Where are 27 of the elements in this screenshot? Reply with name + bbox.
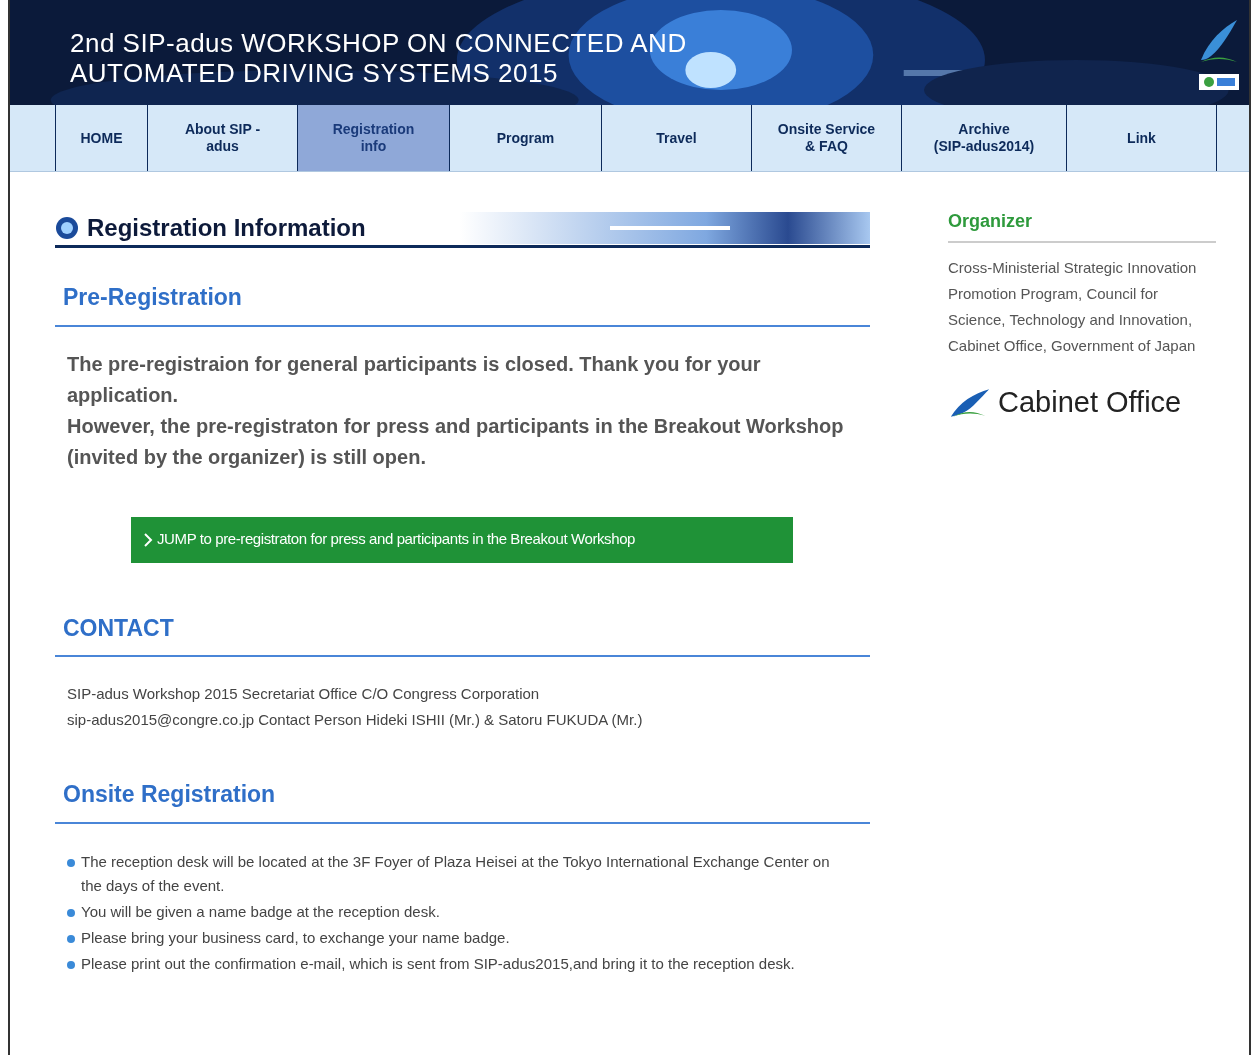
section-heading: CONTACT [63, 613, 174, 643]
notice-paragraph: The pre-registraion for general participants is closed. Thank you for your application. [67, 351, 762, 408]
section-heading: Onsite Registration [63, 780, 276, 809]
sidebar-heading: Organizer [948, 208, 1216, 243]
organizer-text: Cross-Ministerial Strategic Innovation Promotion Program, Council for Science, Technology and Innovation, Cabinet Office, Government of Japan [948, 258, 1198, 356]
section-heading: Pre-Registration [63, 283, 242, 312]
page-title: Registration Information [87, 212, 366, 243]
banner-title: AUTOMATED DRIVING SYSTEMS 2015 [70, 58, 558, 88]
list-item-text: You will be given a name badge at the reception desk. [81, 901, 440, 922]
notice-paragraph: However, the pre-registraton for press and participants in the Breakout Workshop (invited by the organizer) is still open. [67, 413, 845, 470]
contact-line: sip-adus2015@congre.co.jp Contact Person Hideki ISHII (Mr.) & Satoru FUKUDA (Mr.) [67, 710, 643, 730]
contact-line: SIP-adus Workshop 2015 Secretariat Office C/O Congress Corporation [67, 684, 540, 704]
bullet-icon [67, 908, 75, 917]
bullet-icon [67, 934, 75, 943]
bullet-icon [67, 960, 75, 969]
jump-button[interactable]: JUMP to pre-registraton for press and participants in the Breakout Workshop [131, 516, 793, 563]
banner-title: 2nd SIP-adus WORKSHOP ON CONNECTED AND [70, 28, 687, 58]
list-item-text: Please print out the confirmation e-mail, which is sent from SIP-adus2015,and bring it to the reception desk. [81, 953, 795, 974]
logo-text: Cabinet Office [998, 385, 1182, 420]
leaf-logo-icon [948, 386, 992, 419]
chevron-icon [143, 531, 153, 548]
list-item-text: The reception desk will be located at the 3F Foyer of Plaza Heisei at the Tokyo International Exchange Center on the days of the event. [81, 851, 831, 896]
nav-tab[interactable]: Registration info [297, 105, 449, 171]
bullet-icon [67, 858, 75, 867]
jump-label: JUMP to pre-registraton for press and participants in the Breakout Workshop [157, 529, 636, 550]
list-item-text: Please bring your business card, to exchange your name badge. [81, 927, 510, 948]
globe-icon [55, 215, 79, 240]
